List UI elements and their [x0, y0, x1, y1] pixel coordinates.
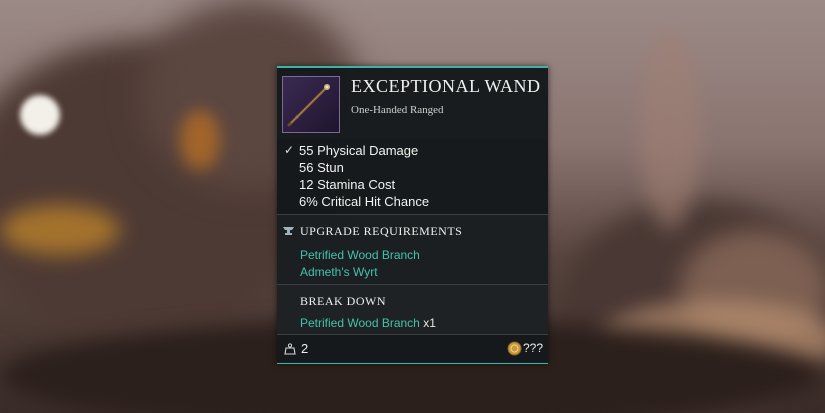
upgrade-section: UPGRADE REQUIREMENTS Petrified Wood Bran… [277, 214, 548, 285]
stat-stun: 56 Stun [299, 160, 344, 175]
upgrade-title: UPGRADE REQUIREMENTS [300, 224, 463, 238]
stats-section: ✓ 55 Physical Damage 56 Stun 12 Stamina … [277, 139, 548, 214]
anvil-icon [283, 227, 294, 235]
tooltip-header: EXCEPTIONAL WAND One-Handed Ranged [277, 68, 548, 139]
item-value: ??? [523, 341, 544, 355]
upgrade-material-2: Admeth's Wyrt [300, 265, 378, 279]
breakdown-material-name: Petrified Wood Branch [300, 316, 420, 330]
tooltip-footer: 2 ??? [277, 334, 548, 363]
check-icon: ✓ [284, 143, 295, 157]
breakdown-section: BREAK DOWN Petrified Wood Branch x1 [277, 284, 548, 335]
item-icon-frame [282, 76, 340, 133]
breakdown-quantity: x1 [423, 316, 436, 330]
weight-icon [284, 343, 296, 355]
item-weight: 2 [301, 341, 309, 356]
stat-physical-damage: 55 Physical Damage [299, 143, 419, 158]
wand-icon [287, 84, 330, 127]
item-tooltip: EXCEPTIONAL WAND One-Handed Ranged ✓ 55 … [277, 66, 548, 364]
breakdown-material: Petrified Wood Branch x1 [300, 316, 436, 330]
stat-critical-chance: 6% Critical Hit Chance [299, 194, 430, 209]
breakdown-title: BREAK DOWN [300, 294, 386, 308]
stat-stamina-cost: 12 Stamina Cost [299, 177, 396, 192]
item-type: One-Handed Ranged [351, 104, 444, 116]
item-name: EXCEPTIONAL WAND [351, 76, 541, 96]
coin-icon [507, 341, 522, 356]
upgrade-material-1: Petrified Wood Branch [300, 248, 420, 262]
